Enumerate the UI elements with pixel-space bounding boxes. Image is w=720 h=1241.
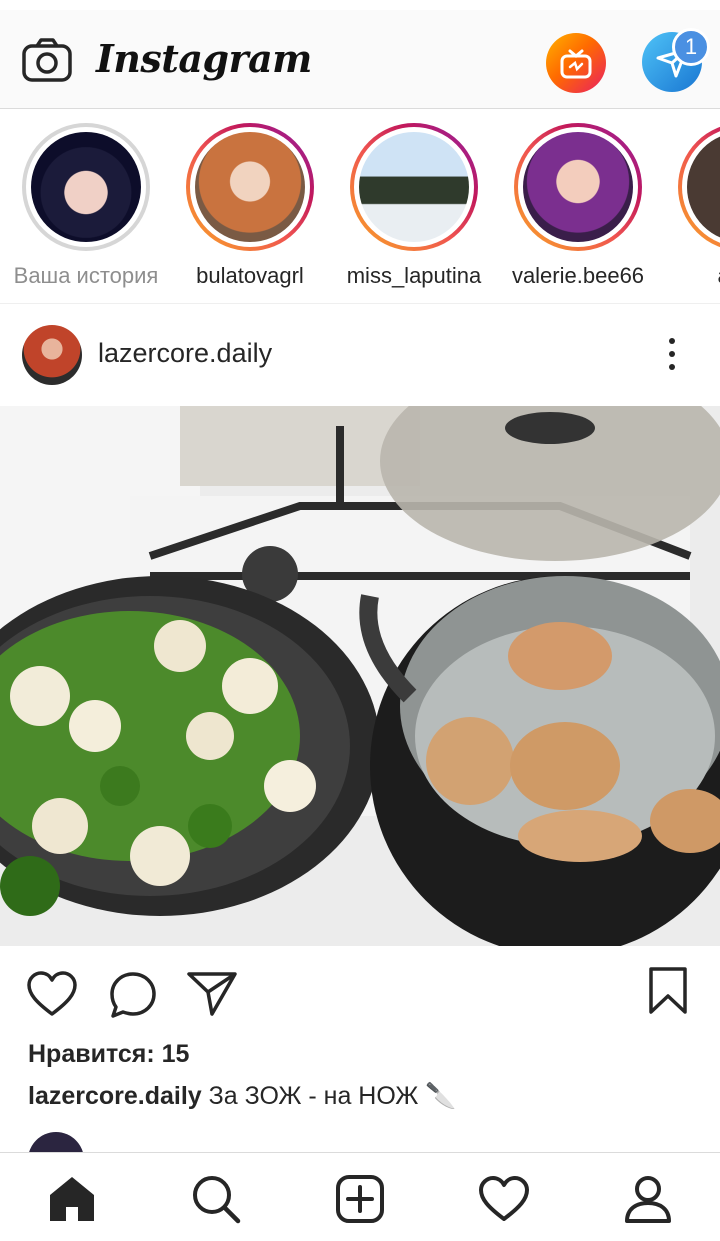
story-ring [678, 123, 720, 251]
story-label: Ваша история [13, 263, 159, 288]
story-ring [186, 123, 314, 251]
story-label: bulatovagrl [196, 263, 304, 288]
post-photo[interactable] [0, 406, 720, 946]
profile-icon[interactable] [622, 1173, 674, 1225]
story-label: valerie.bee66 [511, 263, 645, 288]
caption-text: За ЗОЖ - на НОЖ 🔪 [208, 1082, 457, 1110]
post-username[interactable]: lazercore.daily [98, 338, 272, 369]
search-icon[interactable] [190, 1173, 242, 1225]
home-icon[interactable] [46, 1173, 98, 1225]
activity-heart-icon[interactable] [478, 1173, 530, 1225]
igtv-icon[interactable] [546, 33, 606, 93]
top-bar: Instagram 1 [0, 10, 720, 109]
story-ring [514, 123, 642, 251]
likes-count[interactable]: Нравится: 15 [28, 1040, 189, 1069]
story-avatar [31, 132, 141, 242]
status-bar [0, 0, 720, 10]
add-icon[interactable] [334, 1173, 386, 1225]
bottom-tab-bar [0, 1152, 720, 1241]
story-avatar [687, 132, 720, 242]
post-caption: lazercore.daily За ЗОЖ - на НОЖ 🔪 [28, 1082, 456, 1111]
story-ring [350, 123, 478, 251]
story-item[interactable]: miss_laputina [339, 123, 489, 289]
story-avatar [195, 132, 305, 242]
avatar[interactable] [22, 325, 82, 385]
story-item[interactable]: annu [667, 123, 720, 289]
send-icon[interactable] [186, 970, 238, 1018]
direct-badge: 1 [672, 28, 710, 66]
bookmark-icon[interactable] [648, 966, 688, 1016]
story-label: annu [667, 263, 720, 289]
comment-icon[interactable] [108, 970, 158, 1020]
story-avatar [523, 132, 633, 242]
heart-icon[interactable] [26, 970, 78, 1018]
story-own[interactable]: Ваша история [11, 123, 161, 289]
story-label: miss_laputina [346, 263, 482, 288]
story-avatar [359, 132, 469, 242]
instagram-logo: Instagram [96, 36, 312, 81]
post-actions [0, 946, 720, 1036]
stories-tray: Ваша история bulatovagrl miss_laputina v… [0, 109, 720, 304]
story-ring [22, 123, 150, 251]
story-item[interactable]: bulatovagrl [175, 123, 325, 289]
more-icon[interactable] [660, 334, 684, 374]
comment-avatar [28, 1132, 88, 1152]
camera-icon[interactable] [22, 38, 72, 82]
caption-username[interactable]: lazercore.daily [28, 1082, 202, 1110]
story-item[interactable]: valerie.bee66 [503, 123, 653, 289]
post-header: lazercore.daily [0, 304, 720, 406]
